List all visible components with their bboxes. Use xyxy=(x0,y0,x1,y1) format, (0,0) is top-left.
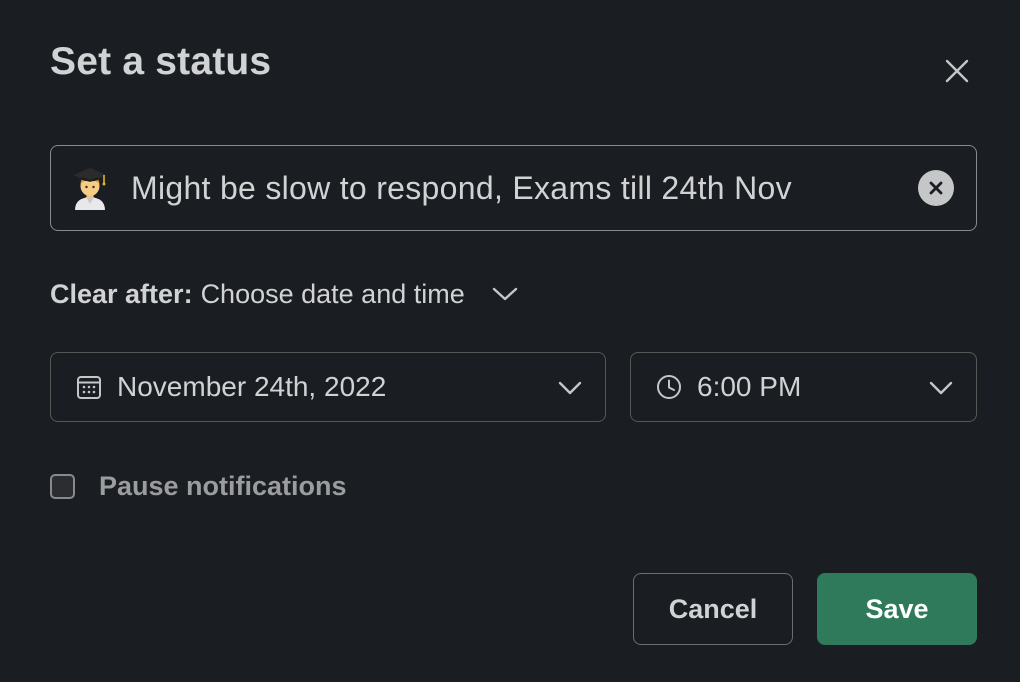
clock-icon xyxy=(655,373,683,401)
clear-after-value[interactable]: Choose date and time xyxy=(201,279,465,310)
time-select[interactable]: 6:00 PM xyxy=(630,352,977,422)
pause-notifications-label[interactable]: Pause notifications xyxy=(99,471,347,502)
date-value: November 24th, 2022 xyxy=(117,371,387,402)
clear-circle-icon xyxy=(929,181,943,195)
close-button[interactable] xyxy=(938,52,976,90)
chevron-down-icon xyxy=(928,375,954,401)
time-value: 6:00 PM xyxy=(697,371,802,402)
close-icon xyxy=(945,59,969,83)
chevron-down-icon xyxy=(557,375,583,401)
student-emoji-icon[interactable] xyxy=(71,166,109,210)
date-select[interactable]: November 24th, 2022 xyxy=(50,352,606,422)
save-button[interactable]: Save xyxy=(817,573,977,645)
chevron-down-icon[interactable] xyxy=(491,285,519,303)
calendar-icon xyxy=(75,373,103,401)
clear-after-dropdown[interactable]: Clear after: Choose date and time xyxy=(50,276,519,312)
set-status-dialog: Set a status Might be slow to respond, E… xyxy=(0,0,1020,682)
clear-after-label: Clear after: xyxy=(50,278,193,309)
cancel-button[interactable]: Cancel xyxy=(633,573,793,645)
dialog-title: Set a status xyxy=(50,40,272,83)
pause-notifications-row[interactable]: Pause notifications xyxy=(50,470,347,502)
status-text[interactable]: Might be slow to respond, Exams till 24t… xyxy=(131,170,792,207)
clear-status-button[interactable] xyxy=(918,170,954,206)
status-input[interactable]: Might be slow to respond, Exams till 24t… xyxy=(50,145,977,231)
pause-notifications-checkbox[interactable] xyxy=(50,473,75,499)
